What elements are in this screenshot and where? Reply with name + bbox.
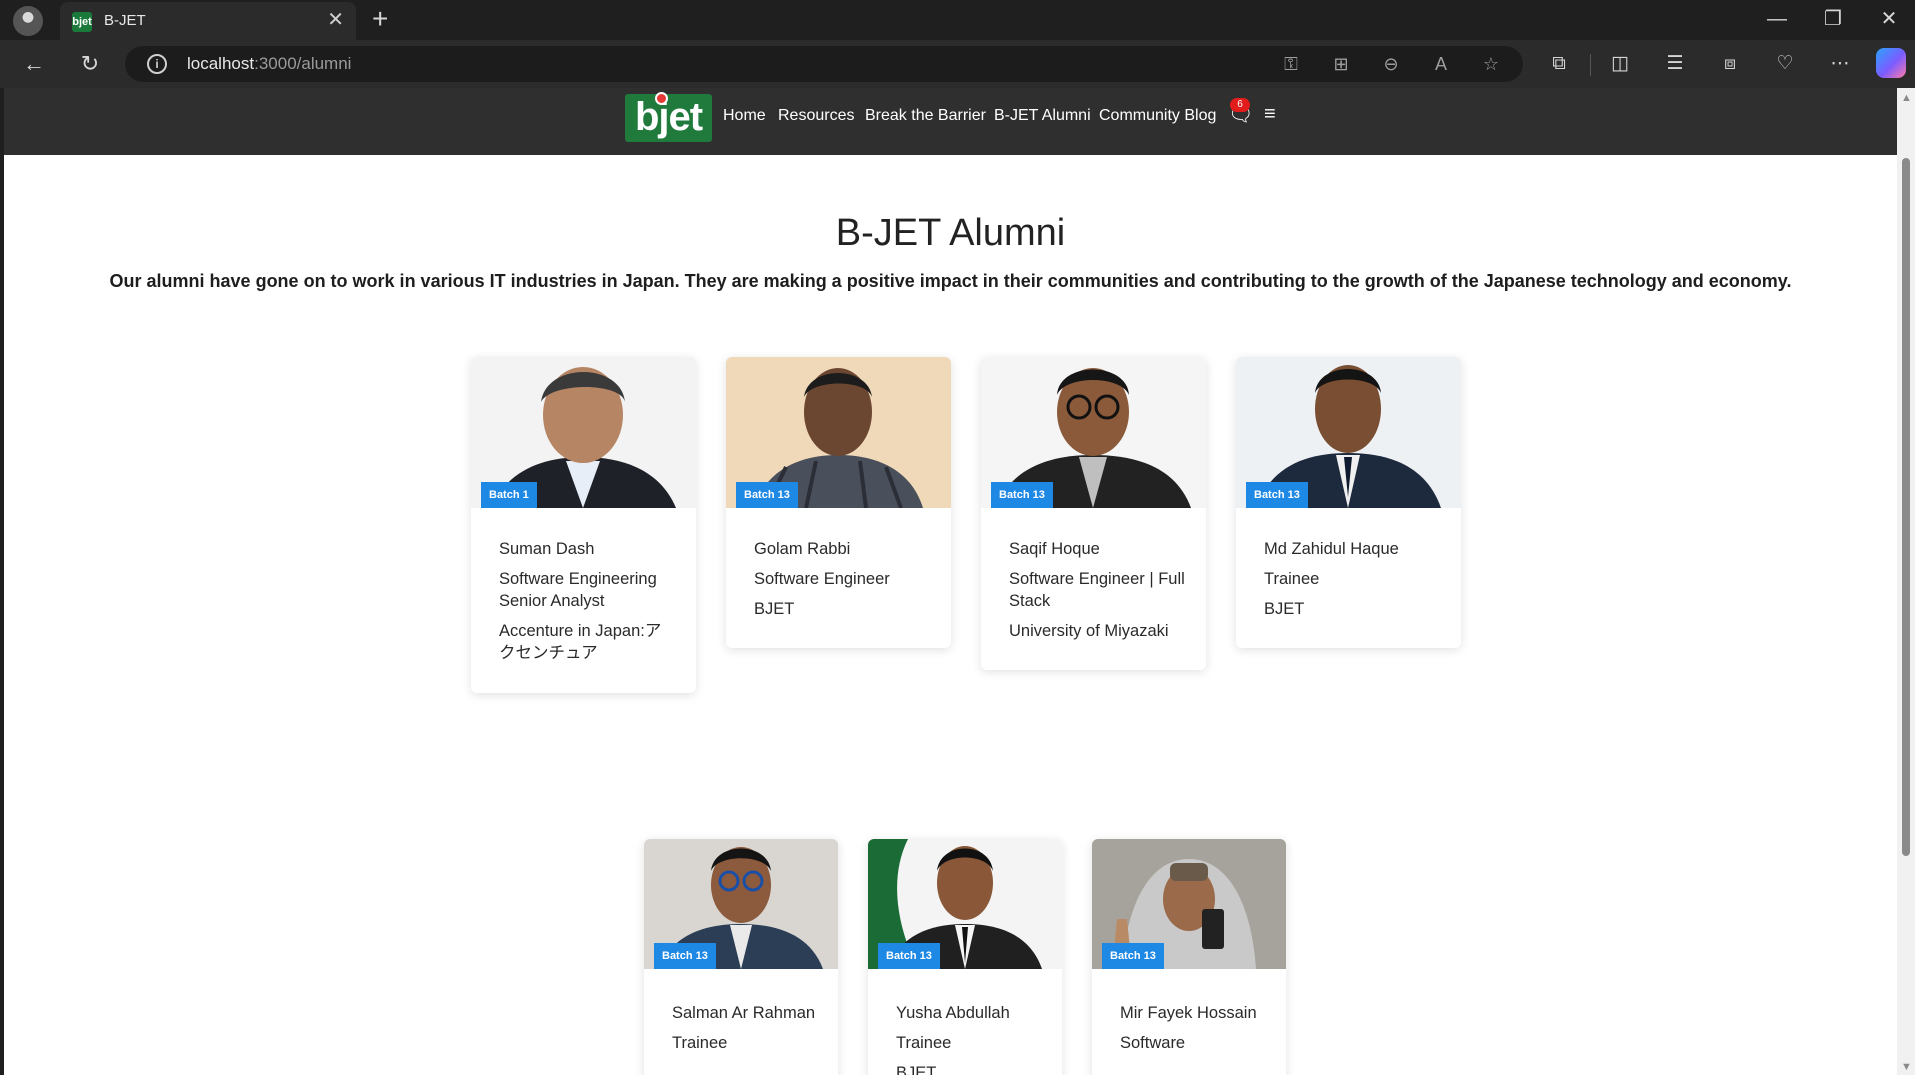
new-tab-icon[interactable]: + — [372, 4, 388, 34]
favicon-icon: bjet — [72, 12, 92, 32]
nav-resources[interactable]: Resources — [778, 104, 854, 128]
nav-home[interactable]: Home — [723, 104, 766, 128]
page-scrollbar[interactable]: ▲ ▼ — [1897, 88, 1915, 1075]
alumni-role: Software — [1120, 1034, 1186, 1052]
profile-avatar[interactable] — [13, 6, 43, 36]
alumni-info: Mir Fayek Hossain Software — [1120, 1002, 1266, 1062]
close-tab-icon[interactable]: ✕ — [327, 9, 344, 31]
minimize-icon[interactable]: — — [1754, 4, 1800, 34]
batch-badge: Batch 13 — [878, 943, 940, 969]
page-title: B-JET Alumni — [835, 212, 1066, 254]
batch-badge: Batch 13 — [1246, 482, 1308, 508]
alumni-info: Md Zahidul Haque Trainee BJET — [1264, 538, 1441, 628]
alumni-card[interactable]: Batch 13 Yusha Abdullah Trainee BJET — [868, 839, 1062, 1075]
alumni-role: Software Engineer | Full Stack — [1009, 570, 1185, 610]
browser-essentials-icon[interactable]: ♡ — [1768, 50, 1802, 78]
extensions-icon[interactable]: ⧉ — [1542, 50, 1576, 78]
alumni-name: Suman Dash — [499, 540, 595, 558]
alumni-company: University of Miyazaki — [1009, 622, 1169, 640]
alumni-name: Saqif Hoque — [1009, 540, 1100, 558]
toolbar-divider — [1590, 54, 1591, 76]
alumni-photo: Batch 13 — [726, 357, 951, 508]
alumni-info: Golam Rabbi Software Engineer BJET — [754, 538, 931, 628]
collections-icon[interactable]: ⧈ — [1713, 50, 1747, 78]
alumni-company: BJET — [1264, 600, 1305, 618]
zoom-icon[interactable]: ⊖ — [1378, 51, 1404, 77]
alumni-photo: Batch 1 — [471, 357, 696, 508]
apps-icon[interactable]: ⊞ — [1328, 51, 1354, 77]
alumni-role: Trainee — [672, 1034, 728, 1052]
alumni-company: Accenture in Japan:アクセンチュア — [499, 622, 662, 662]
copilot-icon[interactable] — [1876, 48, 1906, 78]
scroll-down-icon[interactable]: ▼ — [1901, 1061, 1912, 1073]
site-navbar: bjet Home Resources Break the Barrier B-… — [4, 88, 1897, 155]
key-icon[interactable]: ⚿ — [1278, 51, 1304, 77]
refresh-icon[interactable]: ↻ — [74, 48, 106, 80]
favorites-icon[interactable]: ☰ — [1658, 50, 1692, 78]
batch-badge: Batch 13 — [736, 482, 798, 508]
alumni-photo: Batch 13 — [644, 839, 838, 969]
alumni-name: Salman Ar Rahman — [672, 1004, 816, 1022]
alumni-company: BJET — [754, 600, 795, 618]
logo-text: bjet — [634, 95, 703, 139]
batch-badge: Batch 13 — [654, 943, 716, 969]
address-toolbar: ← ↻ i localhost:3000/alumni ⚿ ⊞ ⊖ A ☆ ⧉ … — [0, 40, 1915, 88]
nav-break-the-barrier[interactable]: Break the Barrier — [865, 104, 986, 128]
alumni-photo: Batch 13 — [981, 357, 1206, 508]
nav-bjet-alumni[interactable]: B-JET Alumni — [994, 104, 1091, 128]
alumni-role: Software Engineer — [754, 570, 890, 588]
page-subtitle: Our alumni have gone on to work in vario… — [109, 271, 1792, 291]
read-aloud-icon[interactable]: A — [1428, 51, 1454, 77]
alumni-info: Yusha Abdullah Trainee BJET — [896, 1002, 1042, 1075]
alumni-card[interactable]: Batch 13 Mir Fayek Hossain Software — [1092, 839, 1286, 1075]
alumni-card[interactable]: Batch 13 Golam Rabbi Software Engineer B… — [726, 357, 951, 648]
close-window-icon[interactable]: ✕ — [1866, 4, 1912, 34]
page-viewport: bjet Home Resources Break the Barrier B-… — [4, 88, 1897, 1075]
alumni-name: Mir Fayek Hossain — [1120, 1004, 1257, 1022]
url-text[interactable]: localhost:3000/alumni — [187, 54, 351, 74]
url-bar[interactable]: i localhost:3000/alumni ⚿ ⊞ ⊖ A ☆ — [125, 46, 1523, 82]
batch-badge: Batch 13 — [991, 482, 1053, 508]
notification-badge: 6 — [1230, 98, 1250, 112]
alumni-info: Salman Ar Rahman Trainee — [672, 1002, 818, 1062]
back-icon[interactable]: ← — [18, 48, 50, 80]
alumni-info: Saqif Hoque Software Engineer | Full Sta… — [1009, 538, 1186, 650]
bjet-logo[interactable]: bjet — [625, 92, 712, 142]
nav-community-blog[interactable]: Community Blog — [1099, 104, 1216, 128]
alumni-photo: Batch 13 — [868, 839, 1062, 969]
alumni-photo: Batch 13 — [1236, 357, 1461, 508]
logo-dot — [655, 92, 668, 105]
tab-title: B-JET — [104, 12, 146, 29]
alumni-role: Trainee — [896, 1034, 952, 1052]
alumni-card[interactable]: Batch 13 Saqif Hoque Software Engineer |… — [981, 357, 1206, 670]
site-info-icon[interactable]: i — [147, 54, 167, 74]
favorite-star-icon[interactable]: ☆ — [1478, 51, 1504, 77]
alumni-company: BJET — [896, 1064, 937, 1075]
alumni-role: Software Engineering Senior Analyst — [499, 570, 657, 610]
scroll-thumb[interactable] — [1902, 158, 1910, 856]
more-options-icon[interactable]: ⋯ — [1823, 50, 1857, 78]
alumni-name: Yusha Abdullah — [896, 1004, 1010, 1022]
alumni-card[interactable]: Batch 13 Md Zahidul Haque Trainee BJET — [1236, 357, 1461, 648]
batch-badge: Batch 1 — [481, 482, 537, 508]
alumni-photo: Batch 13 — [1092, 839, 1286, 969]
split-screen-icon[interactable]: ◫ — [1603, 50, 1637, 78]
scroll-up-icon[interactable]: ▲ — [1901, 92, 1912, 104]
alumni-name: Md Zahidul Haque — [1264, 540, 1399, 558]
browser-tab-bar: bjet B-JET ✕ + — ❐ ✕ — [0, 0, 1915, 40]
browser-tab[interactable]: bjet B-JET ✕ — [60, 2, 356, 40]
restore-icon[interactable]: ❐ — [1810, 4, 1856, 34]
alumni-name: Golam Rabbi — [754, 540, 851, 558]
alumni-card[interactable]: Batch 1 Suman Dash Software Engineering … — [471, 357, 696, 693]
hamburger-menu-icon[interactable]: ≡ — [1264, 102, 1276, 126]
alumni-role: Trainee — [1264, 570, 1320, 588]
alumni-info: Suman Dash Software Engineering Senior A… — [499, 538, 676, 672]
alumni-card[interactable]: Batch 13 Salman Ar Rahman Trainee — [644, 839, 838, 1075]
batch-badge: Batch 13 — [1102, 943, 1164, 969]
